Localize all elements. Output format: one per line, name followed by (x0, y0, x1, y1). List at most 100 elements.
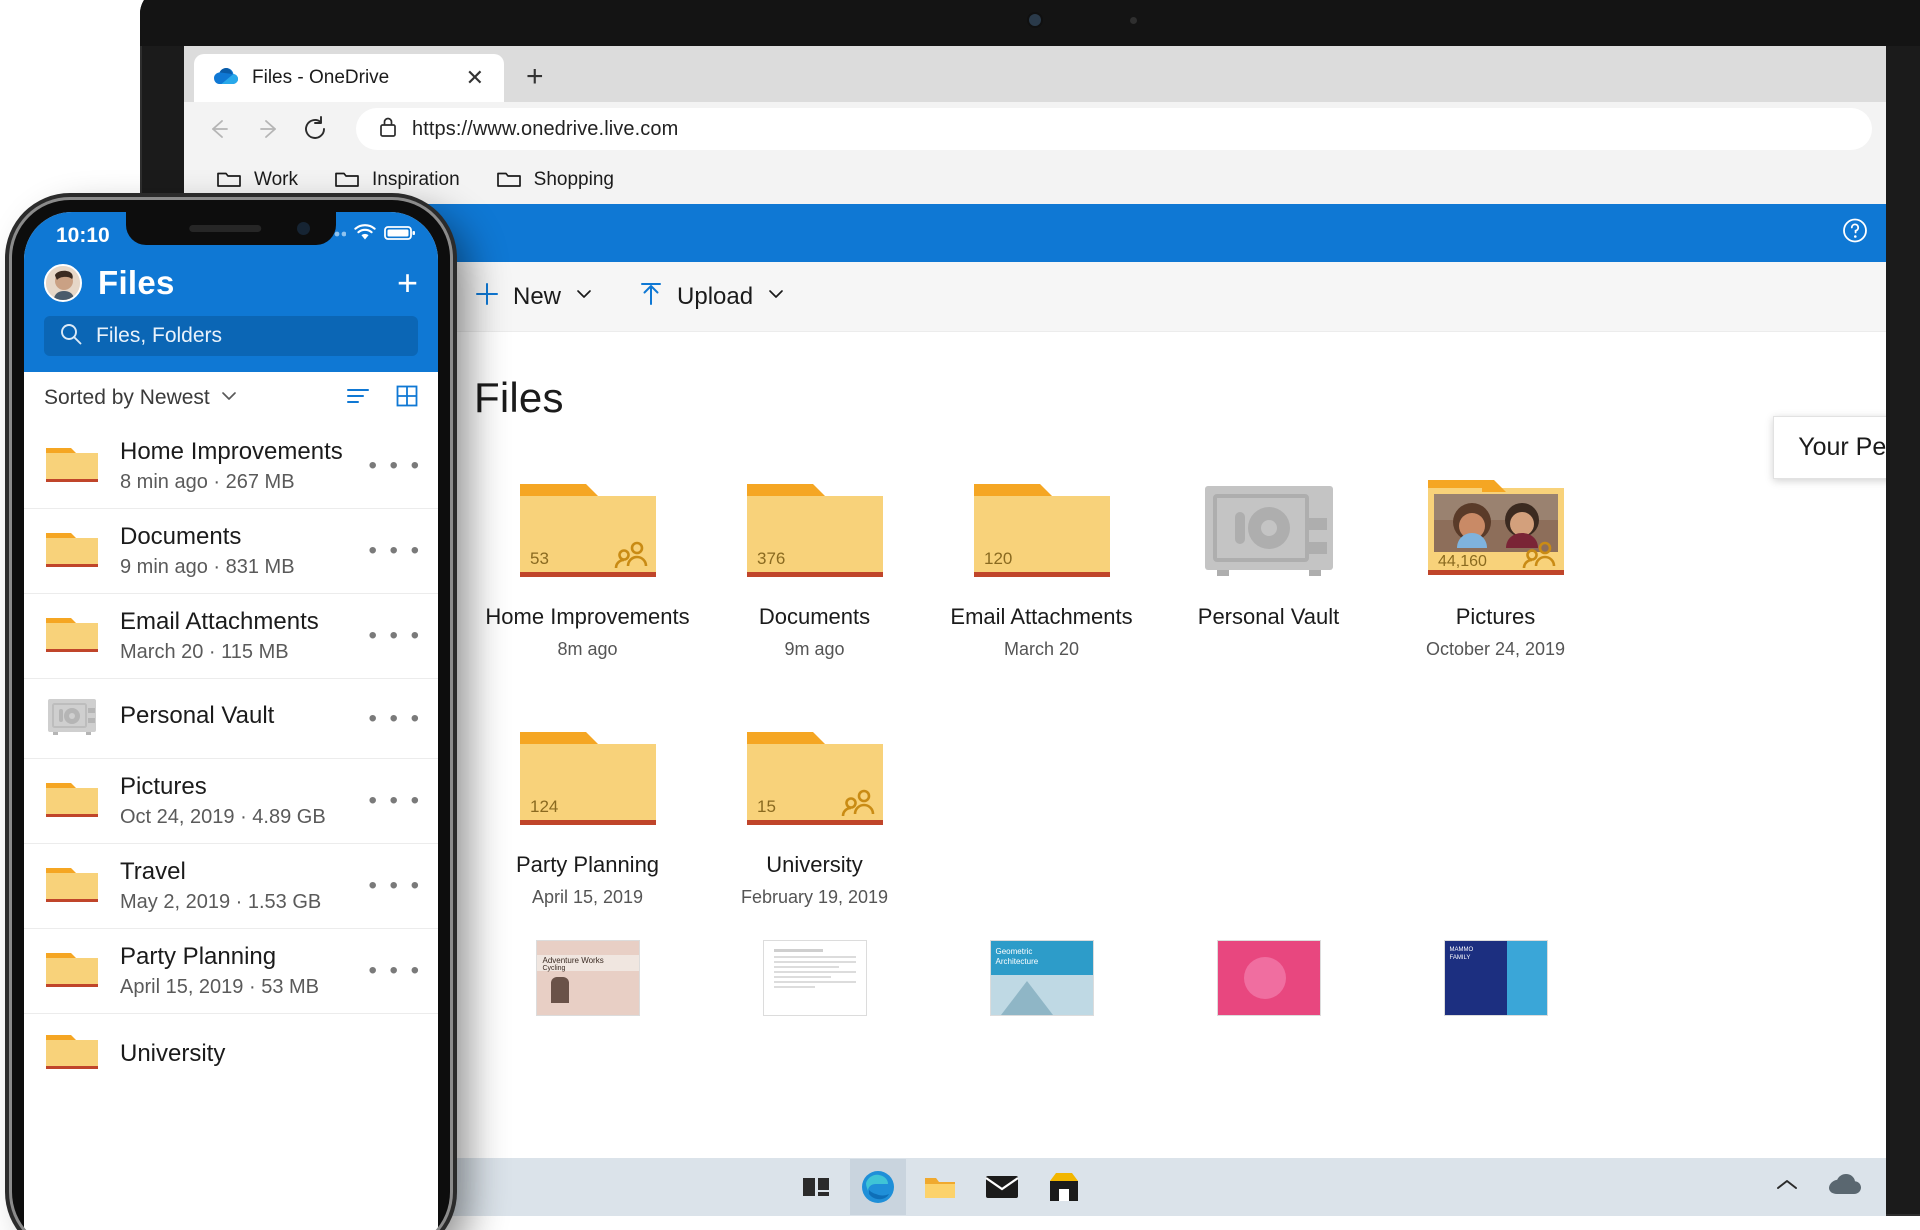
list-item[interactable]: Home Improvements 8 min ago · 267 MB • •… (24, 424, 438, 508)
grid-view-icon[interactable] (396, 385, 418, 412)
list-item-name: Personal Vault (120, 702, 275, 729)
list-item-name: Travel (120, 858, 186, 885)
list-item-text: Personal Vault (120, 702, 348, 735)
file-thumbnail-document (762, 940, 867, 1016)
folder-icon (44, 862, 100, 911)
list-item[interactable]: Email Attachments March 20 · 115 MB • • … (24, 593, 438, 678)
taskbar-app-list (788, 1159, 1092, 1215)
address-bar[interactable]: https://www.onedrive.live.com (356, 108, 1872, 150)
list-item-name: University (120, 1039, 226, 1067)
file-thumbnail-row: Adventure Works Cycling Geometric Archit… (474, 940, 1886, 1016)
thumbnail-cell[interactable]: Adventure Works Cycling (474, 940, 701, 1016)
battery-icon (384, 225, 416, 246)
svg-text:120: 120 (984, 549, 1012, 568)
search-input[interactable]: Files, Folders (44, 316, 418, 356)
show-hidden-icons-chevron[interactable] (1776, 1178, 1798, 1197)
upload-button-label: Upload (677, 282, 754, 310)
folder-tile-home-improvements[interactable]: 53 Home Improvements 8m ago (474, 452, 701, 660)
list-item[interactable]: Travel May 2, 2019 · 1.53 GB • • • (24, 843, 438, 928)
folder-tile-personal-vault[interactable]: Personal Vault (1155, 452, 1382, 660)
folder-tile-pictures[interactable]: 44,160 Pictures October 24, 2019 (1382, 452, 1609, 660)
avatar[interactable] (44, 264, 82, 302)
overflow-menu-icon[interactable]: • • • (368, 622, 422, 650)
overflow-menu-icon[interactable]: • • • (368, 787, 422, 815)
list-item[interactable]: Documents 9 min ago · 831 MB • • • (24, 508, 438, 593)
chevron-down-icon[interactable] (220, 387, 238, 410)
thumbnail-cell[interactable] (701, 940, 928, 1016)
folder-modified: 8m ago (557, 639, 618, 659)
list-item-text: Pictures Oct 24, 2019 · 4.89 GB (120, 773, 348, 829)
list-item-name: Email Attachments (120, 608, 319, 635)
list-item-sub: April 15, 2019 · 53 MB (120, 976, 319, 998)
overflow-menu-icon[interactable]: • • • (368, 705, 422, 733)
wifi-icon (354, 224, 376, 246)
list-item[interactable]: Party Planning April 15, 2019 · 53 MB • … (24, 928, 438, 1013)
search-icon (60, 323, 82, 350)
bookmark-label: Work (254, 169, 298, 190)
reload-icon[interactable] (294, 108, 336, 150)
thumbnail-cell[interactable]: MAMMO FAMILY (1382, 940, 1609, 1016)
overflow-menu-icon[interactable]: • • • (368, 957, 422, 985)
front-camera-icon (297, 222, 310, 235)
help-icon[interactable] (1842, 218, 1868, 249)
bookmark-work[interactable]: Work (198, 162, 316, 199)
view-controls (346, 385, 418, 412)
back-arrow-icon[interactable] (198, 108, 240, 150)
folder-icon: 124 (474, 700, 701, 830)
bookmark-label: Inspiration (371, 169, 460, 190)
browser-tab[interactable]: Files - OneDrive ✕ (194, 54, 504, 102)
microsoft-store-icon[interactable] (1036, 1159, 1092, 1215)
list-item[interactable]: University (24, 1013, 438, 1093)
folder-icon: 376 (701, 452, 928, 582)
overflow-menu-icon[interactable]: • • • (368, 452, 422, 480)
folder-icon (44, 612, 100, 661)
edge-browser-icon[interactable] (850, 1159, 906, 1215)
personal-vault-tooltip: Your Perso (1773, 416, 1886, 479)
folder-modified: April 15, 2019 (531, 887, 644, 907)
folder-tile-documents[interactable]: 376 Documents 9m ago (701, 452, 928, 660)
tab-strip: Files - OneDrive ✕ + (184, 46, 1886, 102)
thumbnail-cell[interactable] (1155, 940, 1382, 1016)
folder-name: University (766, 852, 863, 877)
browser-toolbar: https://www.onedrive.live.com (184, 102, 1886, 156)
overflow-menu-icon[interactable]: • • • (368, 537, 422, 565)
list-item-text: Email Attachments March 20 · 115 MB (120, 608, 348, 664)
task-view-icon[interactable] (788, 1159, 844, 1215)
folder-outline-icon (216, 168, 242, 193)
bookmark-inspiration[interactable]: Inspiration (316, 162, 478, 199)
upload-button[interactable]: Upload (638, 281, 786, 312)
folder-modified: February 19, 2019 (740, 887, 889, 907)
list-view-icon[interactable] (346, 386, 370, 411)
folder-tile-party-planning[interactable]: 124 Party Planning April 15, 2019 (474, 700, 701, 908)
bookmarks-bar: Work Inspiration Shopping (184, 156, 1886, 204)
webcam-icon (1029, 14, 1041, 26)
onedrive-cloud-icon[interactable] (1828, 1173, 1862, 1201)
folder-name: Pictures (1455, 604, 1536, 629)
sort-label[interactable]: Sorted by Newest (44, 386, 210, 410)
chevron-down-icon (766, 284, 786, 309)
close-icon[interactable]: ✕ (462, 67, 488, 89)
svg-text:376: 376 (757, 549, 785, 568)
list-item[interactable]: Pictures Oct 24, 2019 · 4.89 GB • • • (24, 758, 438, 843)
vault-safe-icon (44, 694, 100, 743)
mail-icon[interactable] (974, 1159, 1030, 1215)
bookmark-shopping[interactable]: Shopping (478, 162, 632, 199)
chevron-down-icon (574, 284, 594, 309)
folder-name: Personal Vault (1197, 604, 1340, 629)
list-item[interactable]: Personal Vault • • • (24, 678, 438, 758)
status-time: 10:10 (56, 224, 110, 247)
file-thumbnail-mammo-family: MAMMO FAMILY (1443, 940, 1548, 1016)
folder-name: Email Attachments (950, 604, 1133, 629)
new-tab-button[interactable]: + (526, 62, 544, 92)
thumbnail-cell[interactable]: Geometric Architecture (928, 940, 1155, 1016)
folder-modified: March 20 (1003, 639, 1080, 659)
new-button[interactable]: New (474, 281, 594, 312)
overflow-menu-icon[interactable]: • • • (368, 872, 422, 900)
laptop-bezel (140, 0, 1920, 46)
file-explorer-icon[interactable] (912, 1159, 968, 1215)
plus-icon[interactable]: + (397, 265, 418, 301)
folder-tile-university[interactable]: 15 University February 19, 2019 (701, 700, 928, 908)
list-item-name: Home Improvements (120, 438, 343, 465)
folder-tile-email-attachments[interactable]: 120 Email Attachments March 20 (928, 452, 1155, 660)
forward-arrow-icon[interactable] (246, 108, 288, 150)
